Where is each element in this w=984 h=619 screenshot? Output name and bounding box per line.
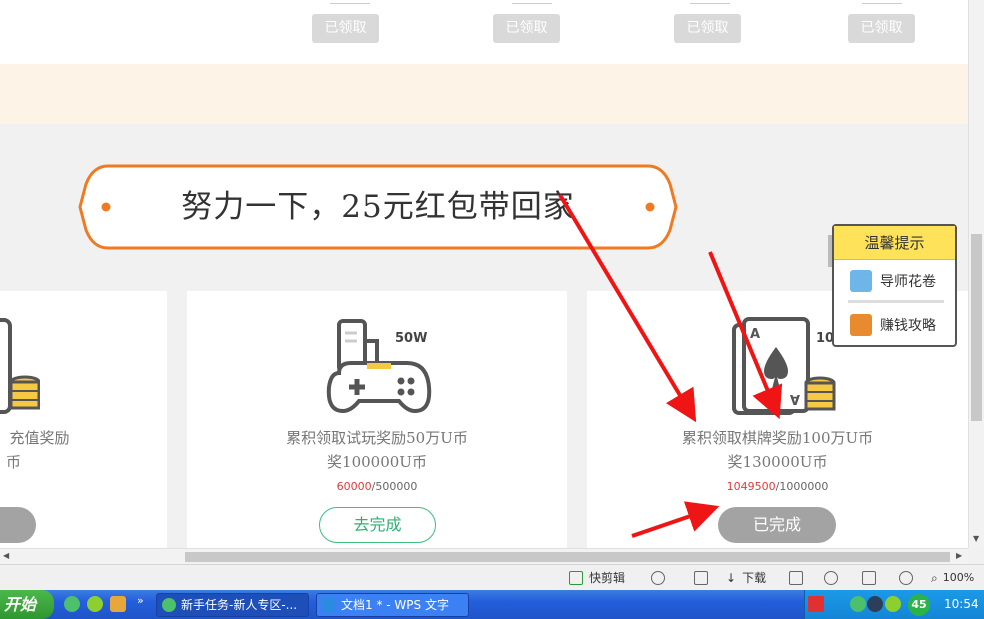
cut-off-text [512, 0, 552, 4]
tips-item-label: 导师花卷 [880, 274, 936, 290]
cut-off-text [330, 0, 370, 4]
browser-viewport: 已领取 已领取 已领取 已领取 努力一下，25元红包带回家 充值奖励 币 50W… [0, 0, 968, 548]
scroll-down-arrow-icon[interactable]: ▼ [973, 534, 979, 543]
play-icon [569, 571, 583, 585]
status-tool-button[interactable] [651, 569, 671, 587]
tips-title: 温馨提示 [834, 226, 955, 260]
status-tool-button[interactable] [694, 569, 714, 587]
cream-band [0, 64, 968, 124]
download-button[interactable]: ↓ 下载 [726, 569, 766, 587]
money-bag-icon [850, 314, 872, 336]
tips-item-mentor[interactable]: 导师花卷 [850, 268, 936, 294]
status-tool-button[interactable] [824, 569, 844, 587]
sogou-ime-icon[interactable] [808, 596, 824, 612]
quick-clip-button[interactable]: 快剪辑 [569, 569, 625, 587]
horizontal-scrollbar[interactable]: ◀ ▶ [0, 548, 968, 564]
reward-badge: 50W [395, 331, 428, 346]
card-desc-line1: 累积领取试玩奖励50万U币 [286, 429, 468, 447]
tips-popup: 温馨提示 导师花卷 赚钱攻略 [832, 224, 957, 347]
security-tray-icon[interactable] [885, 596, 901, 612]
refresh-icon [651, 571, 665, 585]
zoom-control[interactable]: ⌕ 100% [931, 569, 974, 587]
progress-total: /1000000 [775, 480, 829, 493]
ie-tray-icon[interactable] [850, 596, 866, 612]
tips-item-strategy[interactable]: 赚钱攻略 [850, 312, 936, 338]
zoom-level: 100% [942, 571, 975, 584]
taskbar-item-wps[interactable]: 文档1 * - WPS 文字 [316, 593, 469, 617]
claimed-button[interactable]: 已领取 [312, 14, 379, 43]
cut-off-text [690, 0, 730, 4]
card-progress: 60000/500000 [187, 480, 567, 493]
network-tray-icon[interactable] [867, 596, 883, 612]
card-desc-line2: 币 [5, 453, 21, 471]
tips-divider [848, 300, 944, 303]
flag-icon [789, 571, 803, 585]
download-label: 下载 [742, 571, 767, 585]
claimed-button[interactable]: 已领取 [848, 14, 915, 43]
quick-clip-label: 快剪辑 [589, 571, 626, 585]
card-desc-line1: 累积领取棋牌奖励100万U币 [681, 429, 874, 447]
ie-quicklaunch-icon[interactable] [64, 596, 80, 612]
status-tool-button[interactable] [789, 569, 809, 587]
top-task-row: 已领取 已领取 已领取 已领取 [0, 0, 968, 64]
ie-browser-icon [162, 598, 176, 612]
card-desc-line2: 奖130000U币 [727, 453, 828, 471]
pin-icon [694, 571, 708, 585]
cut-off-text [862, 0, 902, 4]
claimed-button[interactable]: 已领取 [674, 14, 741, 43]
magnifier-icon: ⌕ [931, 571, 938, 585]
card-progress: 1049500/1000000 [587, 480, 968, 493]
section-banner: 努力一下，25元红包带回家 [78, 164, 678, 250]
taskbar-clock: 10:54 [944, 597, 979, 611]
tray-badge[interactable]: 45 [908, 594, 930, 616]
card-letter-bottom: A [790, 391, 800, 406]
card-desc-line1: 充值奖励 [9, 429, 70, 447]
volume-button[interactable] [899, 569, 919, 587]
tips-item-label: 赚钱攻略 [880, 318, 936, 334]
progress-current: 60000 [336, 480, 372, 493]
completed-button[interactable]: 已完成 [718, 507, 836, 543]
start-button[interactable]: 开始 [0, 590, 54, 619]
horizontal-scroll-thumb[interactable] [185, 552, 950, 562]
download-arrow-icon: ↓ [726, 571, 737, 585]
claimed-button[interactable]: 已领取 [493, 14, 560, 43]
window-icon [862, 571, 876, 585]
go-complete-button[interactable]: 去完成 [319, 507, 436, 543]
qq-penguin-icon [850, 270, 872, 292]
more-quicklaunch-icon[interactable]: » [137, 594, 144, 607]
ie-icon [824, 571, 838, 585]
task-card: 50W 累积领取试玩奖励50万U币 奖100000U币 60000/500000… [187, 291, 567, 548]
scroll-left-arrow-icon[interactable]: ◀ [3, 551, 9, 560]
wps-writer-icon [322, 598, 336, 612]
taskbar-item-label: 新手任务-新人专区-... [181, 598, 298, 612]
progress-total: /500000 [371, 480, 418, 493]
windows-quicklaunch-icon[interactable] [110, 596, 126, 612]
card-letter-top: A [750, 327, 760, 342]
vertical-scrollbar[interactable]: ▼ [968, 0, 984, 548]
progress-current: 1049500 [726, 480, 776, 493]
browser-status-bar: 快剪辑 ↓ 下载 ⌕ 100% [0, 564, 984, 590]
task-card: 充值奖励 币 [0, 291, 167, 548]
completed-button[interactable] [0, 507, 36, 543]
banner-title: 努力一下，25元红包带回家 [181, 189, 575, 225]
taskbar-item-browser[interactable]: 新手任务-新人专区-... [156, 593, 309, 617]
status-tool-button[interactable] [862, 569, 882, 587]
recharge-coins-icon [0, 318, 40, 414]
windows-taskbar: 开始 » 新手任务-新人专区-... 文档1 * - WPS 文字 45 10:… [0, 590, 984, 619]
taskbar-item-label: 文档1 * - WPS 文字 [341, 598, 449, 612]
browser-quicklaunch-icon[interactable] [87, 596, 103, 612]
scroll-right-arrow-icon[interactable]: ▶ [956, 551, 962, 560]
speaker-icon [899, 571, 913, 585]
vertical-scroll-thumb[interactable] [971, 234, 982, 421]
card-desc-line2: 奖100000U币 [327, 453, 427, 471]
